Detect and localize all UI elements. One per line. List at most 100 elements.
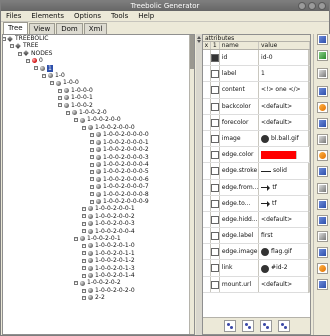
expand-icon[interactable]: - bbox=[34, 66, 38, 71]
tool-down-icon[interactable] bbox=[317, 215, 328, 226]
attribute-value[interactable]: <default> bbox=[259, 276, 310, 293]
attribute-select-icon[interactable] bbox=[203, 147, 211, 163]
tree-row[interactable]: - 1-0-0-2-0-1-1 bbox=[3, 250, 189, 257]
tree-row[interactable]: - 1-0-0 bbox=[3, 79, 189, 86]
expand-icon[interactable]: - bbox=[82, 251, 86, 256]
expand-icon[interactable]: - bbox=[82, 295, 86, 300]
attribute-row[interactable]: edge.label first bbox=[203, 228, 310, 245]
attribute-value[interactable]: id-0 bbox=[259, 50, 310, 67]
tree-scroll-thumb[interactable] bbox=[190, 35, 194, 69]
tree-row[interactable]: - 1-0-0-2-0-0-0-1 bbox=[3, 139, 189, 146]
expand-icon[interactable]: - bbox=[58, 103, 62, 108]
tool-cut-icon[interactable] bbox=[317, 134, 328, 145]
tree-row[interactable]: - 1-0-0-2-0-0-4 bbox=[3, 228, 189, 235]
tree-row[interactable]: - 1-0-0-2 bbox=[3, 102, 189, 109]
tree-row[interactable]: - 1-0-0-2-0-0-1 bbox=[3, 205, 189, 212]
tree-row[interactable]: -0 bbox=[3, 57, 189, 64]
tree-row[interactable]: - 1-0-0-2-0 bbox=[3, 109, 189, 116]
expand-icon[interactable]: - bbox=[10, 44, 14, 49]
attribute-row[interactable]: edge.image flag.gif bbox=[203, 244, 310, 261]
attribute-value[interactable] bbox=[259, 147, 310, 163]
maximize-button[interactable] bbox=[308, 2, 316, 10]
tree-row[interactable]: - 1-0-0-2-0-0-0 bbox=[3, 124, 189, 131]
attribute-select-icon[interactable] bbox=[203, 50, 211, 66]
tab-xml[interactable]: Xml bbox=[83, 23, 108, 34]
menu-options[interactable]: Options bbox=[72, 11, 103, 22]
tool-settings-icon[interactable] bbox=[317, 118, 328, 129]
attribute-value[interactable]: tf bbox=[259, 195, 310, 212]
tree-scrollbar[interactable] bbox=[189, 35, 194, 334]
menu-help[interactable]: Help bbox=[136, 11, 156, 22]
layout-button-2[interactable] bbox=[241, 320, 254, 332]
expand-icon[interactable]: - bbox=[82, 266, 86, 271]
expand-icon[interactable]: - bbox=[82, 214, 86, 219]
tool-up-icon[interactable] bbox=[317, 199, 328, 210]
tree-row[interactable]: - 1-0-0-2-0-0-0-2 bbox=[3, 146, 189, 153]
tab-tree[interactable]: Tree bbox=[3, 22, 28, 34]
attribute-select-icon[interactable] bbox=[203, 179, 211, 195]
tab-dom[interactable]: Dom bbox=[56, 23, 83, 34]
tree-row[interactable]: - 2-2 bbox=[3, 294, 189, 301]
attribute-value[interactable]: #id-2 bbox=[259, 260, 310, 277]
expand-icon[interactable]: - bbox=[82, 273, 86, 278]
tree-row[interactable]: - NODES bbox=[3, 50, 189, 57]
expand-icon[interactable]: - bbox=[74, 118, 78, 123]
menu-tools[interactable]: Tools bbox=[109, 11, 130, 22]
tool-zoom-icon[interactable] bbox=[317, 263, 328, 274]
expand-icon[interactable]: - bbox=[90, 140, 94, 145]
expand-icon[interactable]: - bbox=[58, 88, 62, 93]
tree-row[interactable]: - 1-0-0-0 bbox=[3, 87, 189, 94]
tree-row[interactable]: - 1-0-0-2-0-0-0-3 bbox=[3, 154, 189, 161]
attribute-row[interactable]: image bl.ball.gif bbox=[203, 130, 310, 148]
attribute-select-icon[interactable] bbox=[203, 66, 211, 82]
expand-icon[interactable]: - bbox=[50, 81, 54, 86]
tree-row[interactable]: -1 bbox=[3, 64, 189, 73]
attribute-select-icon[interactable] bbox=[203, 195, 211, 211]
expand-icon[interactable]: - bbox=[90, 184, 94, 189]
expand-icon[interactable]: - bbox=[18, 51, 22, 56]
tool-left-icon[interactable] bbox=[317, 231, 328, 242]
attribute-row[interactable]: forecolor <default> bbox=[203, 114, 310, 131]
attribute-row[interactable]: mount.url <default> bbox=[203, 276, 310, 293]
expand-icon[interactable]: - bbox=[74, 236, 78, 241]
tree-row[interactable]: - TREE bbox=[3, 42, 189, 49]
attribute-value[interactable]: tf bbox=[259, 179, 310, 196]
attribute-select-icon[interactable] bbox=[203, 98, 211, 114]
tool-help-icon[interactable] bbox=[317, 279, 328, 290]
attribute-value[interactable]: <!> one </> bbox=[259, 82, 310, 99]
layout-button-3[interactable] bbox=[259, 320, 272, 332]
attribute-select-icon[interactable] bbox=[203, 82, 211, 98]
tree-row[interactable]: - 1-0-0-2-0-0-2 bbox=[3, 213, 189, 220]
tool-open-icon[interactable] bbox=[317, 50, 328, 61]
attribute-select-icon[interactable] bbox=[203, 260, 211, 276]
splitter-up-icon[interactable] bbox=[197, 36, 201, 39]
expand-icon[interactable]: - bbox=[42, 73, 46, 78]
attribute-select-icon[interactable] bbox=[203, 114, 211, 130]
tree-row[interactable]: - 1-0-0-2-0-0 bbox=[3, 116, 189, 123]
attribute-row[interactable]: edge.to... tf bbox=[203, 195, 310, 212]
tree-row[interactable]: - 1-0-0-2-0-1-4 bbox=[3, 272, 189, 279]
splitter-down-icon[interactable] bbox=[197, 40, 201, 43]
expand-icon[interactable]: - bbox=[90, 147, 94, 152]
expand-icon[interactable]: - bbox=[74, 281, 78, 286]
tree-row[interactable]: - 1-0-0-2-0-1-2 bbox=[3, 257, 189, 264]
attribute-row[interactable]: edge.from... tf bbox=[203, 179, 310, 196]
expand-icon[interactable]: - bbox=[58, 95, 62, 100]
tree-row[interactable]: - 1-0-0-2-0-0-0-6 bbox=[3, 176, 189, 183]
tree-row[interactable]: - 1-0-0-2-0-2-0 bbox=[3, 287, 189, 294]
tree-row[interactable]: - 1-0-0-2-0-0-0-0 bbox=[3, 131, 189, 138]
expand-icon[interactable]: - bbox=[82, 258, 86, 263]
tree-row[interactable]: - 1-0-0-2-0-1-3 bbox=[3, 265, 189, 272]
tool-paste-icon[interactable] bbox=[317, 166, 328, 177]
tree-row[interactable]: - 1-0 bbox=[3, 72, 189, 79]
tree-row[interactable]: - 1-0-0-2-0-1 bbox=[3, 235, 189, 242]
expand-icon[interactable]: - bbox=[3, 36, 6, 41]
attribute-value[interactable]: <default> bbox=[259, 211, 310, 229]
attribute-row[interactable]: edge.hidd... <default> bbox=[203, 211, 310, 229]
expand-icon[interactable]: - bbox=[90, 170, 94, 174]
attribute-row[interactable]: edge.stroke solid bbox=[203, 163, 310, 180]
tree-row[interactable]: - TREEBOLIC bbox=[3, 35, 189, 42]
expand-icon[interactable]: - bbox=[66, 110, 70, 115]
attribute-row[interactable]: link #id-2 bbox=[203, 260, 310, 277]
attribute-value[interactable]: solid bbox=[259, 163, 310, 180]
